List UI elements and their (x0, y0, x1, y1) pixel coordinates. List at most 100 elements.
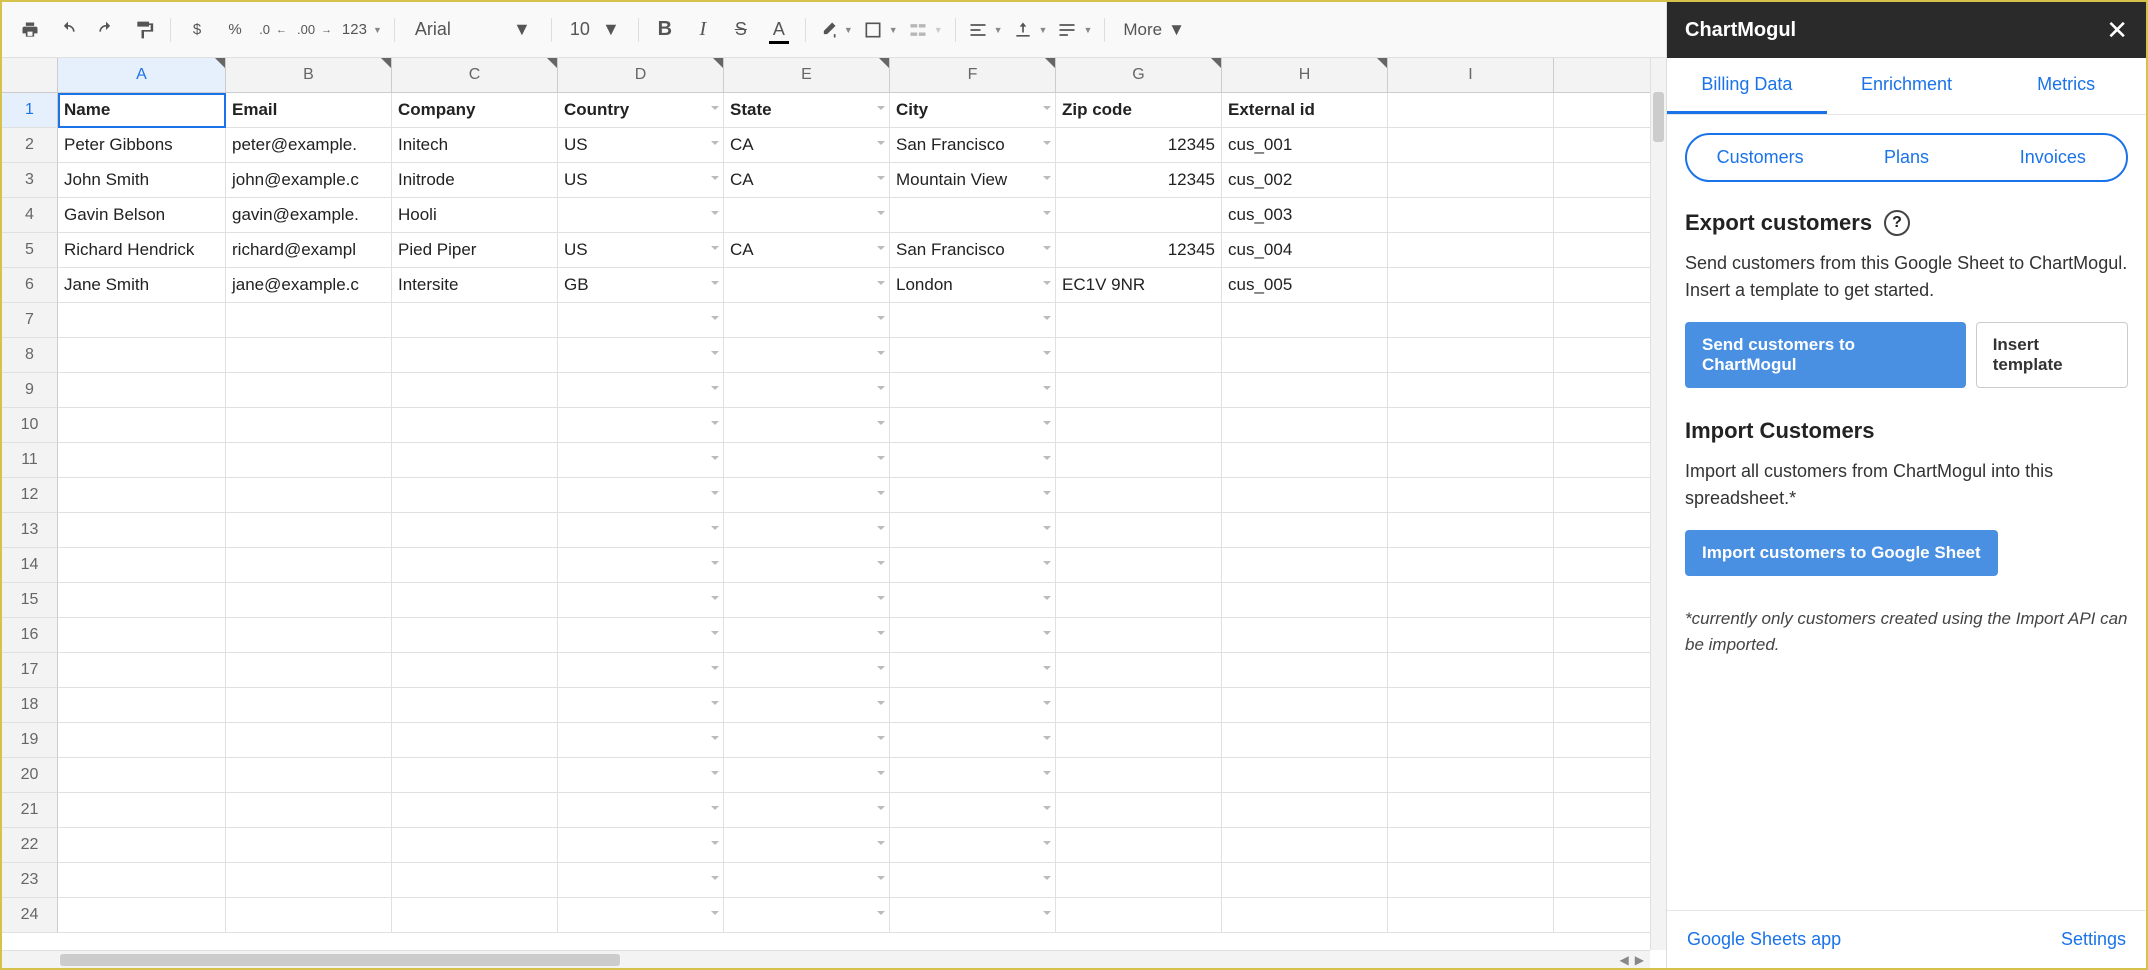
cell-r22-c7[interactable] (1222, 828, 1388, 863)
cell-r12-c7[interactable] (1222, 478, 1388, 513)
cell-r23-c1[interactable] (226, 863, 392, 898)
cell-r8-c1[interactable] (226, 338, 392, 373)
cell-r4-c6[interactable] (1056, 198, 1222, 233)
bold-button[interactable]: B (647, 12, 683, 48)
row-header-24[interactable]: 24 (2, 898, 58, 933)
col-header-H[interactable]: H (1222, 58, 1388, 93)
cell-r15-c7[interactable] (1222, 583, 1388, 618)
cell-r19-c3[interactable] (558, 723, 724, 758)
cell-r14-c0[interactable] (58, 548, 226, 583)
cell-r14-c7[interactable] (1222, 548, 1388, 583)
cell-r7-c4[interactable] (724, 303, 890, 338)
col-header-A[interactable]: A (58, 58, 226, 93)
print-icon[interactable] (12, 12, 48, 48)
cell-r7-c7[interactable] (1222, 303, 1388, 338)
cell-r23-c0[interactable] (58, 863, 226, 898)
cell-r8-c6[interactable] (1056, 338, 1222, 373)
decrease-decimal-button[interactable]: .0← (255, 12, 291, 48)
cell-r2-c1[interactable]: peter@example. (226, 128, 392, 163)
cell-r18-c1[interactable] (226, 688, 392, 723)
cell-r16-c6[interactable] (1056, 618, 1222, 653)
cell-r22-c8[interactable] (1388, 828, 1554, 863)
google-sheets-app-link[interactable]: Google Sheets app (1687, 929, 1841, 950)
cell-r5-c2[interactable]: Pied Piper (392, 233, 558, 268)
cell-r13-c7[interactable] (1222, 513, 1388, 548)
cell-r1-c5[interactable]: City (890, 93, 1056, 128)
font-family-dropdown[interactable]: Arial▼ (403, 12, 543, 48)
cell-r6-c1[interactable]: jane@example.c (226, 268, 392, 303)
cell-r10-c3[interactable] (558, 408, 724, 443)
cell-r2-c2[interactable]: Initech (392, 128, 558, 163)
cell-r8-c7[interactable] (1222, 338, 1388, 373)
spreadsheet-grid[interactable]: ABCDEFGHI1NameEmailCompanyCountryStateCi… (2, 58, 1666, 933)
settings-link[interactable]: Settings (2061, 929, 2126, 950)
cell-r13-c0[interactable] (58, 513, 226, 548)
cell-r5-c4[interactable]: CA (724, 233, 890, 268)
cell-r14-c6[interactable] (1056, 548, 1222, 583)
col-header-I[interactable]: I (1388, 58, 1554, 93)
paint-format-icon[interactable] (126, 12, 162, 48)
col-header-E[interactable]: E (724, 58, 890, 93)
cell-r21-c6[interactable] (1056, 793, 1222, 828)
font-size-dropdown[interactable]: 10▼ (560, 12, 630, 48)
cell-r22-c3[interactable] (558, 828, 724, 863)
row-header-22[interactable]: 22 (2, 828, 58, 863)
cell-r10-c6[interactable] (1056, 408, 1222, 443)
cell-r16-c4[interactable] (724, 618, 890, 653)
cell-r5-c3[interactable]: US (558, 233, 724, 268)
row-header-5[interactable]: 5 (2, 233, 58, 268)
wrap-button[interactable]: ▼ (1053, 12, 1096, 48)
cell-r14-c4[interactable] (724, 548, 890, 583)
cell-r2-c4[interactable]: CA (724, 128, 890, 163)
row-header-1[interactable]: 1 (2, 93, 58, 128)
pill-customers[interactable]: Customers (1687, 135, 1833, 180)
cell-r9-c4[interactable] (724, 373, 890, 408)
cell-r24-c0[interactable] (58, 898, 226, 933)
send-customers-button[interactable]: Send customers to ChartMogul (1685, 322, 1966, 388)
cell-r20-c6[interactable] (1056, 758, 1222, 793)
cell-r4-c5[interactable] (890, 198, 1056, 233)
cell-r3-c0[interactable]: John Smith (58, 163, 226, 198)
cell-r11-c8[interactable] (1388, 443, 1554, 478)
cell-r15-c5[interactable] (890, 583, 1056, 618)
tab-billing-data[interactable]: Billing Data (1667, 58, 1827, 114)
cell-r22-c2[interactable] (392, 828, 558, 863)
cell-r1-c0[interactable]: Name (58, 93, 226, 128)
cell-r7-c3[interactable] (558, 303, 724, 338)
cell-r11-c6[interactable] (1056, 443, 1222, 478)
cell-r24-c2[interactable] (392, 898, 558, 933)
cell-r11-c4[interactable] (724, 443, 890, 478)
cell-r20-c5[interactable] (890, 758, 1056, 793)
cell-r8-c4[interactable] (724, 338, 890, 373)
cell-r1-c4[interactable]: State (724, 93, 890, 128)
cell-r23-c3[interactable] (558, 863, 724, 898)
row-header-10[interactable]: 10 (2, 408, 58, 443)
cell-r20-c1[interactable] (226, 758, 392, 793)
cell-r13-c8[interactable] (1388, 513, 1554, 548)
row-header-6[interactable]: 6 (2, 268, 58, 303)
cell-r23-c4[interactable] (724, 863, 890, 898)
cell-r13-c2[interactable] (392, 513, 558, 548)
cell-r16-c3[interactable] (558, 618, 724, 653)
cell-r13-c6[interactable] (1056, 513, 1222, 548)
tab-enrichment[interactable]: Enrichment (1827, 58, 1987, 114)
cell-r18-c7[interactable] (1222, 688, 1388, 723)
cell-r14-c1[interactable] (226, 548, 392, 583)
row-header-7[interactable]: 7 (2, 303, 58, 338)
cell-r5-c5[interactable]: San Francisco (890, 233, 1056, 268)
cell-r4-c0[interactable]: Gavin Belson (58, 198, 226, 233)
cell-r16-c7[interactable] (1222, 618, 1388, 653)
cell-r12-c1[interactable] (226, 478, 392, 513)
cell-r22-c1[interactable] (226, 828, 392, 863)
more-button[interactable]: More▼ (1113, 12, 1195, 48)
cell-r6-c4[interactable] (724, 268, 890, 303)
col-header-G[interactable]: G (1056, 58, 1222, 93)
row-header-13[interactable]: 13 (2, 513, 58, 548)
cell-r4-c8[interactable] (1388, 198, 1554, 233)
scroll-thumb[interactable] (1653, 92, 1664, 142)
cell-r12-c6[interactable] (1056, 478, 1222, 513)
cell-r12-c8[interactable] (1388, 478, 1554, 513)
cell-r24-c5[interactable] (890, 898, 1056, 933)
cell-r18-c5[interactable] (890, 688, 1056, 723)
row-header-9[interactable]: 9 (2, 373, 58, 408)
